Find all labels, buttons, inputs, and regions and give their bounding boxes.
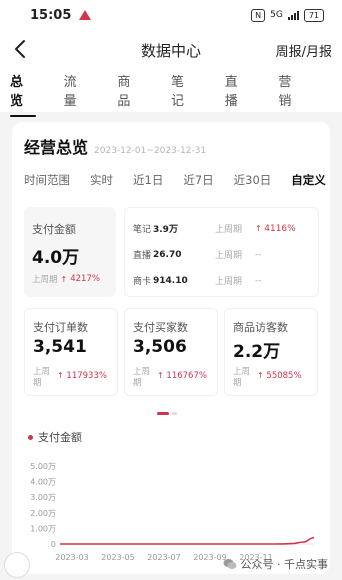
- breakdown-prev-label: 上周期: [215, 277, 243, 287]
- arrow-up-icon: ↑: [157, 371, 164, 380]
- breakdown-label: 直播: [133, 251, 152, 261]
- tab-traffic[interactable]: 流量: [64, 61, 90, 119]
- arrow-up-icon: ↑: [257, 371, 264, 380]
- time-option-30d[interactable]: 近30日: [234, 172, 272, 188]
- metric-prev-label: 上周期: [133, 367, 151, 388]
- y-tick-label: 3.00万: [30, 493, 56, 502]
- card-header: 经营总览 2023-12-01~2023-12-31: [24, 134, 206, 158]
- breakdown-value: 26.70: [153, 249, 182, 260]
- y-tick-label: 0: [51, 540, 56, 549]
- metric-value: 2.2万: [233, 342, 281, 362]
- pager-dot-active: [157, 412, 169, 415]
- metric-change: ↑ 55085%: [257, 371, 302, 381]
- metric-change-value: 55085%: [266, 371, 302, 381]
- metric-change: ↑ 116767%: [157, 371, 207, 381]
- metric-change: ↑ 117933%: [57, 371, 107, 381]
- chevron-left-icon[interactable]: [12, 39, 30, 59]
- metric-change-value: 116767%: [166, 371, 207, 381]
- metric-visitors-box[interactable]: 商品访客数 2.2万 上周期 ↑ 55085%: [224, 308, 318, 396]
- y-tick-label: 1.00万: [30, 524, 56, 533]
- battery-icon: 71: [303, 8, 324, 22]
- metric-label: 支付买家数: [133, 321, 188, 334]
- payment-breakdown-box: 笔记 3.9万 上周期 ↑ 4116% 直播 26.70 上周期 -- 商卡 9…: [124, 207, 319, 297]
- metric-buyers-box[interactable]: 支付买家数 3,506 上周期 ↑ 116767%: [124, 308, 218, 396]
- arrow-up-icon: ↑: [60, 274, 68, 284]
- pager-dots: [157, 412, 177, 415]
- metric-label: 支付订单数: [33, 321, 88, 334]
- metric-value: 3,541: [33, 337, 87, 357]
- breakdown-label: 商卡: [133, 277, 152, 287]
- metric-value: 3,506: [133, 337, 187, 357]
- breakdown-value: 3.9万: [153, 225, 178, 235]
- network-type: 5G: [270, 10, 283, 20]
- breakdown-prev-label: 上周期: [215, 225, 243, 235]
- legend-label: 支付金额: [38, 431, 82, 444]
- time-option-realtime[interactable]: 实时: [90, 172, 113, 188]
- status-right: N 5G 71: [251, 8, 324, 22]
- breakdown-row-notes: 笔记 3.9万 上周期 ↑ 4116%: [133, 222, 312, 236]
- payment-change: 4217%: [70, 274, 100, 284]
- breakdown-change: --: [255, 249, 262, 260]
- signal-icon: [287, 10, 299, 20]
- tab-bar: 总览 流量 商品 笔记 直播 营销: [0, 68, 342, 117]
- app-notification-icon: [79, 10, 92, 20]
- breakdown-change: 4116%: [264, 223, 296, 234]
- tab-products[interactable]: 商品: [117, 61, 143, 119]
- breakdown-row-live: 直播 26.70 上周期 --: [133, 248, 312, 262]
- status-time: 15:05: [30, 7, 72, 23]
- payment-value: 4.0万: [32, 248, 80, 268]
- metric-change-value: 117933%: [66, 371, 107, 381]
- pager-dot: [172, 412, 177, 415]
- report-link[interactable]: 周报/月报: [276, 41, 332, 60]
- nfc-icon: N: [251, 8, 266, 22]
- payment-label: 支付金额: [32, 223, 76, 236]
- date-range: 2023-12-01~2023-12-31: [94, 146, 207, 156]
- card-title: 经营总览: [24, 138, 89, 157]
- tab-notes[interactable]: 笔记: [171, 61, 197, 119]
- x-tick-label: 2023-07: [147, 553, 180, 562]
- metric-label: 商品访客数: [233, 321, 288, 334]
- legend-dot-icon: [28, 434, 33, 440]
- time-range-selector: 时间范围 实时 近1日 近7日 近30日 自定义: [24, 172, 330, 188]
- tab-marketing[interactable]: 营销: [278, 61, 304, 119]
- overview-card: 经营总览 2023-12-01~2023-12-31 时间范围 实时 近1日 近…: [12, 122, 330, 574]
- series-line-payment: [60, 536, 315, 545]
- x-tick-label: 2023-05: [101, 553, 134, 562]
- breakdown-prev-label: 上周期: [215, 251, 243, 261]
- y-tick-label: 2.00万: [30, 509, 56, 518]
- x-tick-label: 2023-03: [55, 553, 88, 562]
- metric-prev-label: 上周期: [33, 367, 51, 388]
- time-option-7d[interactable]: 近7日: [183, 172, 213, 188]
- tab-overview[interactable]: 总览: [10, 61, 36, 119]
- arrow-up-icon: ↑: [57, 371, 64, 380]
- y-tick-label: 4.00万: [30, 478, 56, 487]
- y-tick-label: 5.00万: [30, 462, 56, 471]
- chart-legend: 支付金额: [28, 429, 82, 445]
- breakdown-row-card: 商卡 914.10 上周期 --: [133, 274, 312, 288]
- time-option-custom[interactable]: 自定义: [291, 172, 326, 188]
- time-range-label: 时间范围: [24, 173, 70, 187]
- payment-prev: 上周期 ↑ 4217%: [32, 273, 100, 285]
- wechat-icon: [223, 559, 236, 569]
- breakdown-change: --: [255, 275, 262, 286]
- metric-prev-label: 上周期: [233, 367, 251, 388]
- scan-icon[interactable]: [4, 552, 30, 578]
- tab-live[interactable]: 直播: [225, 61, 251, 119]
- prev-period-label: 上周期: [32, 275, 58, 285]
- status-bar: 15:05 N 5G 71: [0, 0, 342, 30]
- payment-amount-box[interactable]: 支付金额 4.0万 上周期 ↑ 4217%: [24, 207, 116, 297]
- breakdown-label: 笔记: [133, 225, 152, 235]
- arrow-up-icon: ↑: [255, 224, 265, 233]
- breakdown-value: 914.10: [153, 275, 188, 286]
- watermark: 公众号 · 千点实事: [223, 556, 329, 572]
- metric-orders-box[interactable]: 支付订单数 3,541 上周期 ↑ 117933%: [24, 308, 118, 396]
- time-option-1d[interactable]: 近1日: [133, 172, 163, 188]
- watermark-text: 公众号 · 千点实事: [240, 558, 329, 571]
